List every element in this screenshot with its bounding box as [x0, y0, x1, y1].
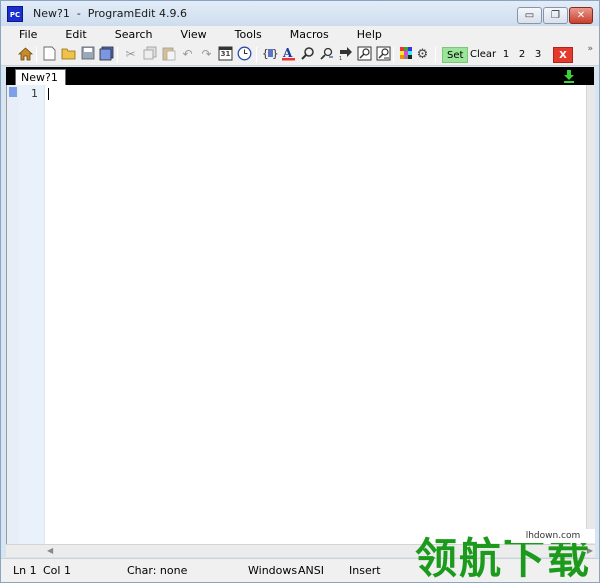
- status-insert-mode: Insert: [349, 564, 381, 577]
- redo-icon[interactable]: ↷: [198, 46, 215, 63]
- line-number: 1: [31, 87, 38, 100]
- menu-search[interactable]: Search: [101, 26, 167, 44]
- line-number-gutter: 1: [19, 85, 45, 544]
- restore-button[interactable]: ❐: [543, 7, 568, 24]
- search-files-icon[interactable]: [356, 46, 373, 63]
- scroll-right-icon[interactable]: ▶: [587, 545, 593, 557]
- status-encoding: ANSI: [298, 564, 324, 577]
- status-column: Col 1: [43, 564, 71, 577]
- bookmark-1-button[interactable]: 1: [500, 47, 512, 63]
- svg-text:A: A: [282, 46, 293, 60]
- save-icon[interactable]: [79, 46, 96, 63]
- app-icon[interactable]: PC: [7, 6, 23, 22]
- menu-view[interactable]: View: [167, 26, 221, 44]
- status-bar: Ln 1 Col 1 Char: none Windows ANSI Inser…: [1, 558, 599, 582]
- toolbar: ✂ ↶ ↷ 31 {} A 1 ⚙ Set Clear 1 2 3 X »: [1, 44, 599, 66]
- tab-strip: New?1: [6, 67, 594, 86]
- open-folder-icon[interactable]: [60, 46, 77, 63]
- title-bar[interactable]: PC New?1 - ProgramEdit 4.9.6 ▭ ❐ ✕: [1, 1, 599, 27]
- editor-pane[interactable]: 1: [6, 85, 586, 544]
- calendar-date-label: 31: [220, 50, 231, 58]
- horizontal-scrollbar[interactable]: ◀ ▶: [6, 544, 595, 557]
- download-icon[interactable]: [562, 69, 576, 83]
- save-all-icon[interactable]: [98, 46, 115, 63]
- bookmark-3-button[interactable]: 3: [532, 47, 544, 63]
- clock-icon[interactable]: [236, 46, 253, 63]
- text-caret: [48, 88, 49, 100]
- home-icon[interactable]: [17, 46, 34, 63]
- find-icon[interactable]: [299, 46, 316, 63]
- status-char: Char: none: [127, 564, 188, 577]
- close-window-button[interactable]: ✕: [569, 7, 593, 24]
- current-line-marker: [9, 87, 17, 97]
- toolbar-overflow-icon[interactable]: »: [587, 44, 593, 54]
- clear-bookmarks-button[interactable]: X: [553, 47, 573, 63]
- menu-edit[interactable]: Edit: [51, 26, 100, 44]
- scroll-left-icon[interactable]: ◀: [47, 545, 53, 557]
- svg-text:1: 1: [339, 56, 342, 61]
- font-color-icon[interactable]: A: [280, 46, 297, 63]
- clear-button[interactable]: Clear: [468, 47, 498, 63]
- toolbar-separator: [36, 47, 37, 63]
- bookmark-2-button[interactable]: 2: [516, 47, 528, 63]
- color-palette-icon[interactable]: [397, 46, 414, 63]
- status-line: Ln 1: [13, 564, 37, 577]
- calendar-icon[interactable]: 31: [217, 46, 234, 63]
- menu-bar: File Edit Search View Tools Macros Help: [1, 26, 599, 44]
- set-button[interactable]: Set: [442, 47, 469, 63]
- toolbar-separator: [117, 47, 118, 63]
- copy-icon[interactable]: [141, 46, 158, 63]
- status-line-endings: Windows: [248, 564, 298, 577]
- bookmark-margin[interactable]: [7, 85, 19, 544]
- gear-icon[interactable]: ⚙: [414, 46, 431, 63]
- toolbar-separator: [256, 47, 257, 63]
- menu-macros[interactable]: Macros: [276, 26, 343, 44]
- undo-icon[interactable]: ↶: [179, 46, 196, 63]
- find-replace-icon[interactable]: [318, 46, 335, 63]
- vertical-scrollbar[interactable]: [586, 85, 595, 544]
- tab-new-1[interactable]: New?1: [15, 69, 66, 86]
- paste-icon[interactable]: [160, 46, 177, 63]
- window-controls: ▭ ❐ ✕: [517, 7, 593, 24]
- replace-files-icon[interactable]: [375, 46, 392, 63]
- text-area[interactable]: [46, 85, 586, 544]
- window-title: New?1 - ProgramEdit 4.9.6: [33, 7, 187, 20]
- svg-text:{: {: [262, 47, 269, 60]
- menu-file[interactable]: File: [5, 26, 51, 44]
- goto-icon[interactable]: 1: [337, 46, 354, 63]
- svg-text:}: }: [272, 47, 278, 60]
- brace-match-icon[interactable]: {}: [261, 46, 279, 63]
- menu-help[interactable]: Help: [343, 26, 396, 44]
- toolbar-separator: [393, 47, 394, 63]
- toolbar-separator: [435, 47, 436, 63]
- new-file-icon[interactable]: [41, 46, 58, 63]
- menu-tools[interactable]: Tools: [221, 26, 276, 44]
- app-window: PC New?1 - ProgramEdit 4.9.6 ▭ ❐ ✕ File …: [0, 0, 600, 583]
- minimize-button[interactable]: ▭: [517, 7, 542, 24]
- cut-icon[interactable]: ✂: [122, 46, 139, 63]
